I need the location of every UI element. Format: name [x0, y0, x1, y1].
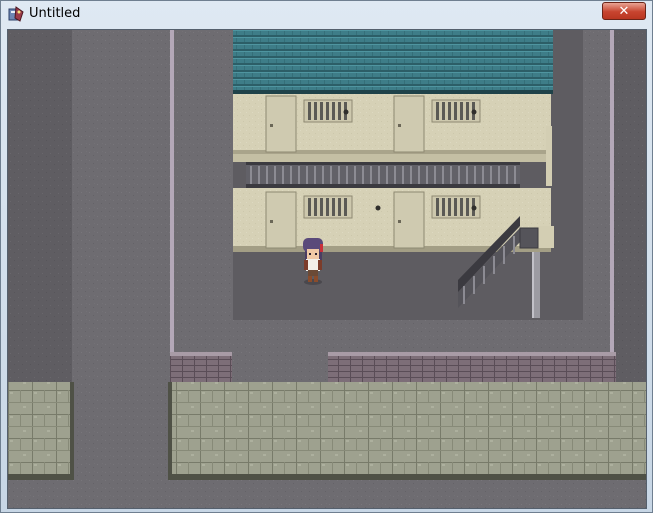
side-alley-right [614, 30, 646, 382]
lower-door-left [265, 191, 297, 249]
close-icon: ✕ [618, 4, 630, 19]
game-window: Untitled ✕ [0, 0, 653, 513]
game-viewport[interactable] [7, 29, 647, 509]
brick-wall-left [170, 352, 232, 382]
lower-window-left [303, 195, 353, 219]
boundary-line-right [610, 30, 614, 352]
paving-left [8, 382, 74, 480]
balcony-walkway [233, 154, 551, 162]
title-bar[interactable]: Untitled ✕ [1, 1, 652, 27]
upper-door-right [393, 95, 425, 153]
roof [233, 30, 553, 94]
close-button[interactable]: ✕ [602, 2, 646, 20]
map-scene [8, 30, 646, 508]
rpg-maker-icon [8, 6, 24, 22]
boundary-line-left [170, 30, 174, 352]
window-title: Untitled [29, 6, 81, 21]
side-alley-left [8, 30, 72, 382]
brick-wall-right [328, 352, 616, 382]
upper-door-left [265, 95, 297, 153]
lower-door-right [393, 191, 425, 249]
paving-main [168, 382, 646, 480]
